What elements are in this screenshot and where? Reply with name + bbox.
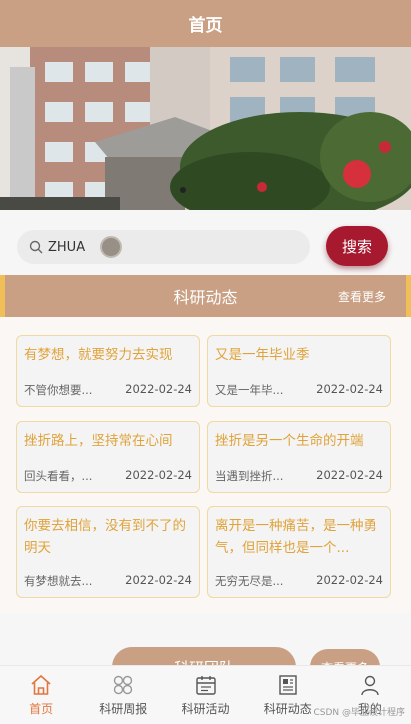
tab-activities[interactable]: 科研活动 bbox=[164, 666, 246, 724]
news-card[interactable]: 挫折是另一个生命的开端 当遇到挫折... 2022-02-24 bbox=[207, 421, 391, 493]
card-desc: 回头看看，... bbox=[24, 469, 93, 483]
section-header: 科研动态 查看更多 bbox=[0, 275, 411, 317]
search-icon bbox=[29, 240, 43, 254]
card-title: 挫折路上，坚持常在心间 bbox=[24, 433, 173, 449]
news-card[interactable]: 离开是一种痛苦，是一种勇气，但同样也是一个... 无穷无尽是... 2022-0… bbox=[207, 506, 391, 598]
card-title: 挫折是另一个生命的开端 bbox=[215, 433, 364, 449]
card-desc: 又是一年毕... bbox=[215, 383, 284, 397]
card-title: 有梦想，就要努力去实现 bbox=[24, 347, 173, 363]
card-desc: 有梦想就去... bbox=[24, 574, 93, 588]
app-root: 首页 ZHUA 搜索 科研动态 查看更多 有梦想，就要努力去实现 不管你想要..… bbox=[0, 0, 411, 724]
news-card[interactable]: 有梦想，就要努力去实现 不管你想要... 2022-02-24 bbox=[16, 335, 200, 407]
card-date: 2022-02-24 bbox=[316, 468, 383, 482]
touch-cursor bbox=[100, 236, 122, 258]
tab-label: 科研动态 bbox=[263, 702, 312, 716]
user-icon bbox=[361, 675, 379, 696]
card-title: 离开是一种痛苦，是一种勇气，但同样也是一个... bbox=[215, 518, 377, 556]
tab-label: 科研活动 bbox=[181, 702, 230, 716]
banner-image[interactable] bbox=[0, 47, 411, 210]
card-date: 2022-02-24 bbox=[125, 382, 192, 396]
news-card[interactable]: 又是一年毕业季 又是一年毕... 2022-02-24 bbox=[207, 335, 391, 407]
page-title: 首页 bbox=[188, 16, 223, 36]
card-footer: 当遇到挫折... 2022-02-24 bbox=[215, 468, 383, 484]
search-button-label: 搜索 bbox=[341, 237, 372, 256]
card-date: 2022-02-24 bbox=[316, 573, 383, 587]
card-footer: 有梦想就去... 2022-02-24 bbox=[24, 573, 192, 589]
calendar-icon bbox=[195, 676, 216, 695]
card-title: 你要去相信，没有到不了的明天 bbox=[24, 518, 186, 556]
news-card[interactable]: 挫折路上，坚持常在心间 回头看看，... 2022-02-24 bbox=[16, 421, 200, 493]
card-title: 又是一年毕业季 bbox=[215, 347, 310, 363]
search-input[interactable] bbox=[48, 239, 248, 255]
card-date: 2022-02-24 bbox=[316, 382, 383, 396]
home-icon bbox=[31, 674, 51, 695]
tab-home[interactable]: 首页 bbox=[0, 666, 82, 724]
card-date: 2022-02-24 bbox=[125, 573, 192, 587]
card-footer: 无穷无尽是... 2022-02-24 bbox=[215, 573, 383, 589]
card-desc: 当遇到挫折... bbox=[215, 469, 284, 483]
news-panel: 有梦想，就要努力去实现 不管你想要... 2022-02-24 又是一年毕业季 … bbox=[0, 317, 411, 613]
banner-photo bbox=[0, 47, 411, 210]
card-footer: 又是一年毕... 2022-02-24 bbox=[215, 382, 383, 398]
news-icon bbox=[279, 675, 297, 695]
search-button[interactable]: 搜索 bbox=[326, 226, 388, 266]
card-desc: 无穷无尽是... bbox=[215, 574, 284, 588]
search-bar[interactable] bbox=[17, 230, 310, 264]
tab-label: 科研周报 bbox=[99, 702, 148, 716]
news-card[interactable]: 你要去相信，没有到不了的明天 有梦想就去... 2022-02-24 bbox=[16, 506, 200, 598]
tab-label: 首页 bbox=[29, 702, 54, 716]
card-date: 2022-02-24 bbox=[125, 468, 192, 482]
watermark: CSDN @毕业设计程序 bbox=[313, 708, 405, 718]
page-header: 首页 bbox=[0, 0, 411, 47]
card-desc: 不管你想要... bbox=[24, 383, 93, 397]
card-footer: 回头看看，... 2022-02-24 bbox=[24, 468, 192, 484]
tab-weekly-report[interactable]: 科研周报 bbox=[82, 666, 164, 724]
grid-icon bbox=[114, 675, 133, 695]
card-footer: 不管你想要... 2022-02-24 bbox=[24, 382, 192, 398]
section-more-link[interactable]: 查看更多 bbox=[338, 275, 386, 317]
